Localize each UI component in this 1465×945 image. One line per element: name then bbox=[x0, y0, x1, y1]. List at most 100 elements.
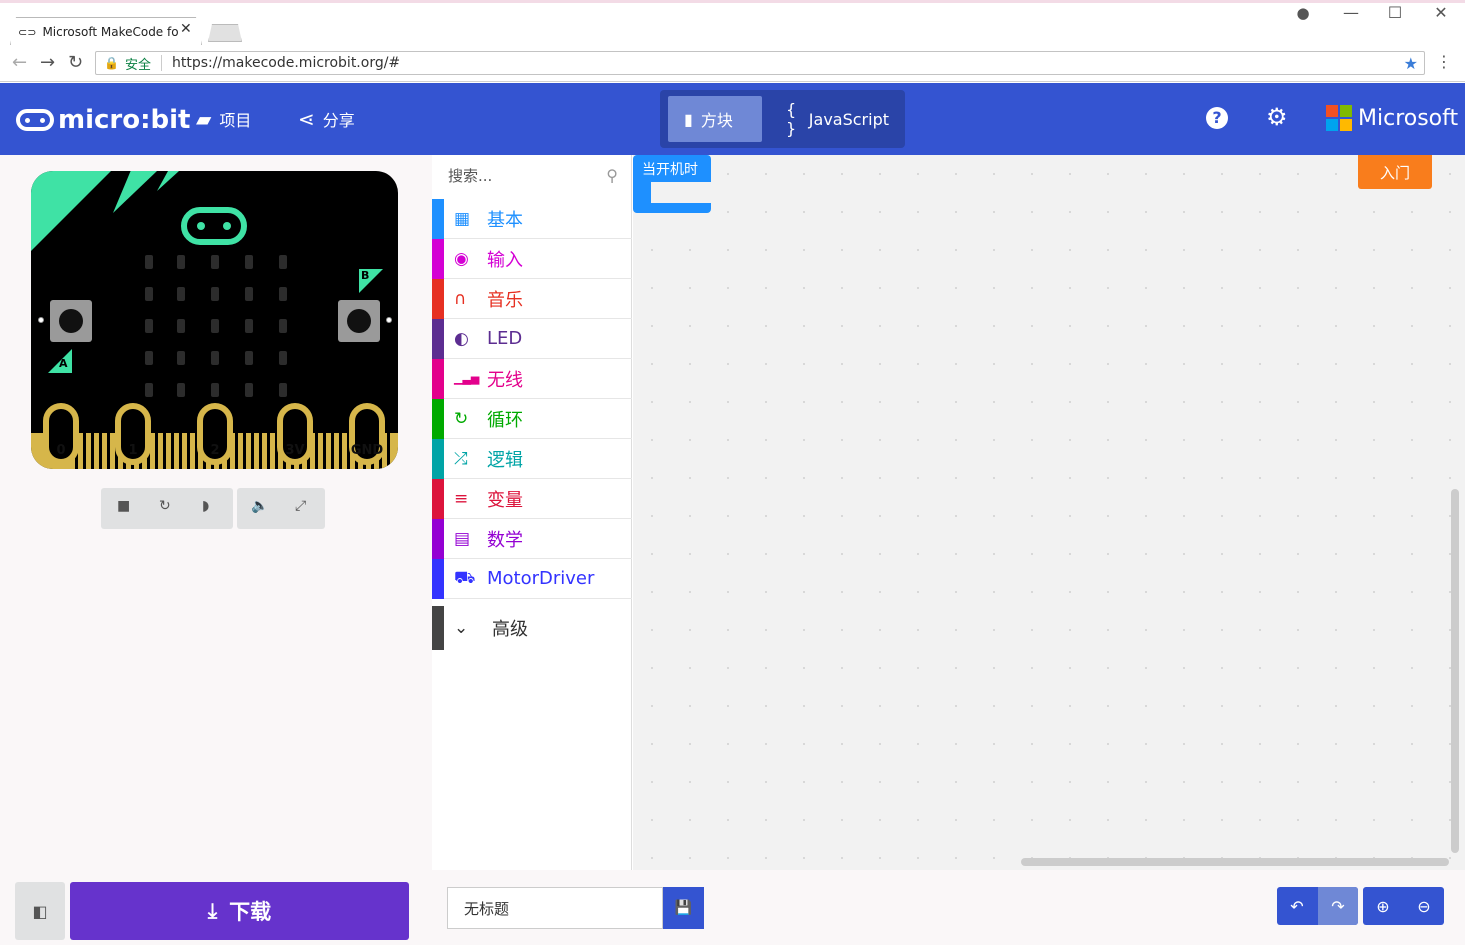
advanced-label: 高级 bbox=[492, 619, 528, 640]
fullscreen-icon[interactable]: ⤢ bbox=[295, 498, 306, 514]
maximize-icon[interactable]: ☐ bbox=[1380, 3, 1410, 22]
search-icon[interactable]: ⚲ bbox=[606, 166, 618, 185]
footer-bar: ◧ ⤓ 下载 无标题 💾 ↶ ↷ ⊕ ⊖ bbox=[0, 870, 1465, 945]
category-输入[interactable]: ◉ 输入 bbox=[432, 239, 632, 279]
led-1-2 bbox=[211, 287, 219, 301]
button-b[interactable] bbox=[338, 300, 380, 342]
browser-tab-content[interactable]: ⊂⊃ Microsoft MakeCode fo bbox=[18, 20, 179, 44]
microbit-logo[interactable]: micro:bit bbox=[16, 105, 190, 135]
on-start-block[interactable]: 当开机时 bbox=[633, 155, 711, 213]
led-4-3 bbox=[245, 383, 253, 397]
bookmark-star-icon[interactable]: ★ bbox=[1404, 54, 1418, 73]
collapse-icon: ◧ bbox=[32, 901, 48, 921]
category-label: 无线 bbox=[487, 369, 523, 391]
led-3-4 bbox=[279, 351, 287, 365]
download-button[interactable]: ⤓ 下载 bbox=[70, 882, 409, 940]
back-icon[interactable]: ← bbox=[12, 52, 27, 73]
led-0-3 bbox=[245, 255, 253, 269]
getting-started-button[interactable]: 入门 bbox=[1358, 155, 1432, 189]
category-label: 音乐 bbox=[487, 289, 523, 311]
logo-text: micro:bit bbox=[58, 105, 191, 135]
url-text[interactable]: https://makecode.microbit.org/# bbox=[172, 55, 400, 71]
category-变量[interactable]: ≡ 变量 bbox=[432, 479, 632, 519]
mute-icon[interactable]: 🔈 bbox=[251, 498, 268, 514]
category-label: 逻辑 bbox=[487, 449, 523, 471]
category-无线[interactable]: ▁▃▅ 无线 bbox=[432, 359, 632, 399]
button-a-label: A bbox=[59, 357, 68, 370]
address-bar-row: ← → ↻ 🔒 安全 https://makecode.microbit.org… bbox=[0, 46, 1465, 82]
app-header: micro:bit ▰ 项目 ⋖ 分享 ▮ 方块 { } JavaScript … bbox=[0, 83, 1465, 155]
category-led[interactable]: ◐ LED bbox=[432, 319, 632, 359]
undo-icon[interactable]: ↶ bbox=[1277, 887, 1317, 925]
tab-close-icon[interactable]: ✕ bbox=[180, 21, 192, 37]
category-基本[interactable]: ▦ 基本 bbox=[432, 199, 632, 239]
search-placeholder: 搜索... bbox=[448, 166, 493, 185]
collapse-simulator-button[interactable]: ◧ bbox=[15, 882, 65, 940]
led-0-0 bbox=[145, 255, 153, 269]
button-a[interactable] bbox=[50, 300, 92, 342]
projects-button[interactable]: ▰ 项目 bbox=[196, 107, 251, 131]
led-4-1 bbox=[177, 383, 185, 397]
slowmo-icon[interactable]: ◗ bbox=[202, 498, 209, 514]
led-1-4 bbox=[279, 287, 287, 301]
led-0-2 bbox=[211, 255, 219, 269]
javascript-tab[interactable]: { } JavaScript bbox=[770, 96, 905, 142]
browser-menu-icon[interactable]: ⋮ bbox=[1436, 52, 1452, 71]
horizontal-scrollbar[interactable] bbox=[1021, 858, 1449, 866]
gear-icon[interactable]: ⚙ bbox=[1266, 103, 1288, 131]
category-label: 输入 bbox=[487, 249, 523, 271]
profile-icon[interactable]: ● bbox=[1288, 4, 1318, 22]
reload-icon[interactable]: ↻ bbox=[68, 52, 83, 73]
zoom-out-icon[interactable]: ⊖ bbox=[1404, 887, 1444, 925]
category-逻辑[interactable]: ⤮ 逻辑 bbox=[432, 439, 632, 479]
tab-favicon-icon: ⊂⊃ bbox=[18, 25, 37, 39]
on-start-bottom bbox=[633, 203, 711, 213]
forward-icon[interactable]: → bbox=[40, 52, 55, 73]
led-3-0 bbox=[145, 351, 153, 365]
led-4-4 bbox=[279, 383, 287, 397]
simulator-controls: ■ ↻ ◗ 🔈 ⤢ bbox=[101, 488, 325, 529]
button-b-label: B bbox=[361, 269, 370, 282]
omnibox[interactable]: 🔒 安全 https://makecode.microbit.org/# ★ bbox=[95, 51, 1425, 75]
minimize-icon[interactable]: — bbox=[1336, 3, 1366, 22]
category-数学[interactable]: ▤ 数学 bbox=[432, 519, 632, 559]
category-音乐[interactable]: ∩ 音乐 bbox=[432, 279, 632, 319]
save-button[interactable]: 💾 bbox=[663, 887, 704, 929]
category-motordriver[interactable]: ⛟ MotorDriver bbox=[432, 559, 632, 599]
share-icon: ⋖ bbox=[298, 107, 315, 131]
edge-stripe bbox=[99, 433, 102, 469]
search-input[interactable]: 搜索... ⚲ bbox=[432, 155, 632, 195]
category-color-bar bbox=[432, 359, 444, 399]
blocks-workspace[interactable]: 当开机时 入门 bbox=[633, 155, 1465, 870]
new-tab-button[interactable] bbox=[208, 24, 242, 42]
category-color-bar bbox=[432, 279, 444, 319]
toggle-icon: ◐ bbox=[454, 328, 469, 349]
sim-extra-controls: 🔈 ⤢ bbox=[237, 488, 325, 529]
led-4-0 bbox=[145, 383, 153, 397]
pin-label: 0 bbox=[56, 443, 66, 458]
blocks-tab[interactable]: ▮ 方块 bbox=[668, 96, 762, 142]
project-name-input[interactable]: 无标题 bbox=[447, 887, 663, 929]
category-label: MotorDriver bbox=[487, 568, 595, 589]
microsoft-logo[interactable]: Microsoft bbox=[1326, 105, 1458, 131]
redo-icon[interactable]: ↷ bbox=[1318, 887, 1358, 925]
microbit-board[interactable]: A B 0 1 2 3V GND bbox=[31, 171, 398, 469]
share-label: 分享 bbox=[322, 111, 355, 130]
close-window-icon[interactable]: ✕ bbox=[1426, 3, 1456, 22]
help-icon[interactable]: ? bbox=[1206, 107, 1228, 129]
category-循环[interactable]: ↻ 循环 bbox=[432, 399, 632, 439]
zoom-in-icon[interactable]: ⊕ bbox=[1363, 887, 1403, 925]
vertical-scrollbar[interactable] bbox=[1451, 489, 1459, 853]
restart-icon[interactable]: ↻ bbox=[159, 498, 171, 514]
share-button[interactable]: ⋖ 分享 bbox=[298, 107, 355, 131]
sim-main-controls: ■ ↻ ◗ bbox=[101, 488, 233, 529]
led-0-4 bbox=[279, 255, 287, 269]
on-start-arm bbox=[633, 181, 651, 205]
pin-label: 2 bbox=[210, 443, 220, 458]
pin-label: GND bbox=[350, 443, 384, 458]
stop-icon[interactable]: ■ bbox=[117, 498, 130, 514]
editor-mode-switch: ▮ 方块 { } JavaScript bbox=[660, 90, 905, 148]
simulator-panel: A B 0 1 2 3V GND ■ ↻ ◗ 🔈 ⤢ bbox=[0, 155, 432, 870]
edge-stripe bbox=[163, 433, 166, 469]
advanced-toggle[interactable]: ⌄ 高级 bbox=[432, 606, 632, 650]
